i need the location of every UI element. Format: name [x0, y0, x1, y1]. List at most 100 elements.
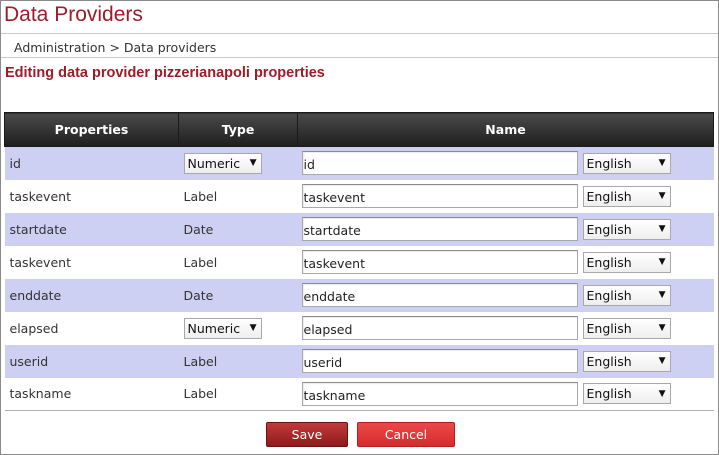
name-controls: English ▼ — [301, 316, 710, 340]
language-select-value: English — [586, 254, 632, 270]
name-controls: English ▼ — [301, 151, 710, 176]
type-cell: Label — [178, 344, 298, 378]
name-cell: English ▼ — [297, 278, 714, 312]
type-cell: Label — [178, 245, 298, 279]
language-select-value: English — [586, 221, 632, 237]
property-cell: taskevent — [4, 179, 179, 213]
name-input[interactable] — [301, 316, 578, 340]
table-row: taskeventLabel English ▼ — [4, 245, 714, 279]
type-select-value: Numeric — [187, 320, 241, 336]
type-cell: Numeric ▼ — [178, 146, 298, 180]
name-controls: English ▼ — [301, 184, 710, 208]
type-label: Label — [183, 254, 218, 270]
language-select[interactable]: English ▼ — [582, 185, 671, 207]
table-row: elapsed Numeric ▼ English ▼ — [4, 311, 714, 345]
chevron-down-icon: ▼ — [658, 356, 666, 366]
table-row: enddateDate English ▼ — [4, 278, 714, 312]
language-select[interactable]: English ▼ — [582, 218, 671, 240]
chevron-down-icon: ▼ — [658, 224, 666, 234]
property-cell: elapsed — [4, 311, 179, 345]
column-header-type: Type — [178, 112, 298, 147]
chevron-down-icon: ▼ — [249, 323, 257, 333]
language-select-value: English — [586, 287, 632, 303]
table-row: tasknameLabel English ▼ — [4, 377, 714, 411]
type-label: Label — [183, 353, 218, 369]
form-actions: Save Cancel — [1, 422, 719, 448]
chevron-down-icon: ▼ — [658, 290, 666, 300]
chevron-down-icon: ▼ — [658, 191, 666, 201]
name-controls: English ▼ — [301, 250, 710, 274]
property-cell: taskevent — [4, 245, 179, 279]
language-select-value: English — [586, 155, 632, 171]
breadcrumb: Administration > Data providers — [14, 40, 217, 55]
chevron-down-icon: ▼ — [658, 388, 666, 399]
properties-table-container: Properties Type Name idNumeric▼English▼t… — [4, 112, 714, 411]
properties-table: Properties Type Name idNumeric▼English▼t… — [4, 112, 714, 411]
type-label: Date — [183, 221, 214, 237]
type-cell: Label — [178, 179, 298, 213]
name-controls: English ▼ — [301, 349, 710, 373]
type-label: Date — [183, 287, 214, 303]
breadcrumb-divider — [1, 57, 718, 58]
language-select[interactable]: English ▼ — [582, 350, 671, 372]
app-window: Data Providers Administration > Data pro… — [0, 0, 719, 455]
property-cell: taskname — [4, 377, 179, 411]
name-cell: English ▼ — [297, 146, 714, 180]
language-select[interactable]: English ▼ — [582, 317, 671, 339]
language-select[interactable]: English ▼ — [582, 251, 671, 273]
column-header-name: Name — [297, 112, 714, 147]
cancel-button[interactable]: Cancel — [357, 422, 455, 447]
save-button[interactable]: Save — [266, 422, 348, 447]
section-heading: Editing data provider pizzerianapoli pro… — [5, 65, 325, 81]
title-divider — [1, 33, 718, 34]
name-input[interactable] — [301, 250, 578, 274]
name-cell: English ▼ — [297, 311, 714, 345]
name-cell: English ▼ — [297, 344, 714, 378]
name-input[interactable] — [301, 381, 578, 406]
type-select[interactable]: Numeric ▼ — [183, 152, 262, 174]
table-row: taskeventLabel English ▼ — [4, 179, 714, 213]
name-cell: English ▼ — [297, 377, 714, 411]
type-select-value: Numeric — [187, 155, 241, 171]
chevron-down-icon: ▼ — [658, 257, 666, 267]
table-row: startdateDate English ▼ — [4, 212, 714, 246]
chevron-down-icon: ▼ — [658, 323, 666, 333]
table-row: useridLabel English ▼ — [4, 344, 714, 378]
type-label: Label — [183, 386, 218, 402]
table-header-row: Properties Type Name — [4, 112, 714, 147]
language-select[interactable]: English ▼ — [582, 152, 671, 174]
language-select[interactable]: English ▼ — [582, 383, 671, 405]
type-label: Label — [183, 188, 218, 204]
table-row: id Numeric ▼ English ▼ — [4, 146, 714, 180]
language-select-value: English — [586, 188, 632, 204]
table-body: idNumeric▼English▼taskeventLabelEnglish▼… — [4, 146, 714, 411]
type-cell: Numeric ▼ — [178, 311, 298, 345]
chevron-down-icon: ▼ — [658, 158, 666, 169]
type-select[interactable]: Numeric ▼ — [183, 317, 262, 339]
name-input[interactable] — [301, 349, 578, 373]
name-input[interactable] — [301, 217, 578, 241]
name-cell: English ▼ — [297, 245, 714, 279]
name-controls: English ▼ — [301, 381, 710, 406]
name-input[interactable] — [301, 283, 578, 307]
property-cell: enddate — [4, 278, 179, 312]
name-input[interactable] — [301, 151, 578, 176]
type-cell: Label — [178, 377, 298, 411]
name-cell: English ▼ — [297, 212, 714, 246]
name-cell: English ▼ — [297, 179, 714, 213]
property-cell: userid — [4, 344, 179, 378]
chevron-down-icon: ▼ — [249, 158, 257, 169]
type-cell: Date — [178, 278, 298, 312]
name-controls: English ▼ — [301, 217, 710, 241]
type-cell: Date — [178, 212, 298, 246]
name-controls: English ▼ — [301, 283, 710, 307]
language-select-value: English — [586, 353, 632, 369]
column-header-properties: Properties — [4, 112, 179, 147]
name-input[interactable] — [301, 184, 578, 208]
page-title: Data Providers — [4, 3, 143, 26]
language-select-value: English — [586, 386, 632, 402]
property-cell: startdate — [4, 212, 179, 246]
language-select[interactable]: English ▼ — [582, 284, 671, 306]
language-select-value: English — [586, 320, 632, 336]
property-cell: id — [4, 146, 179, 180]
